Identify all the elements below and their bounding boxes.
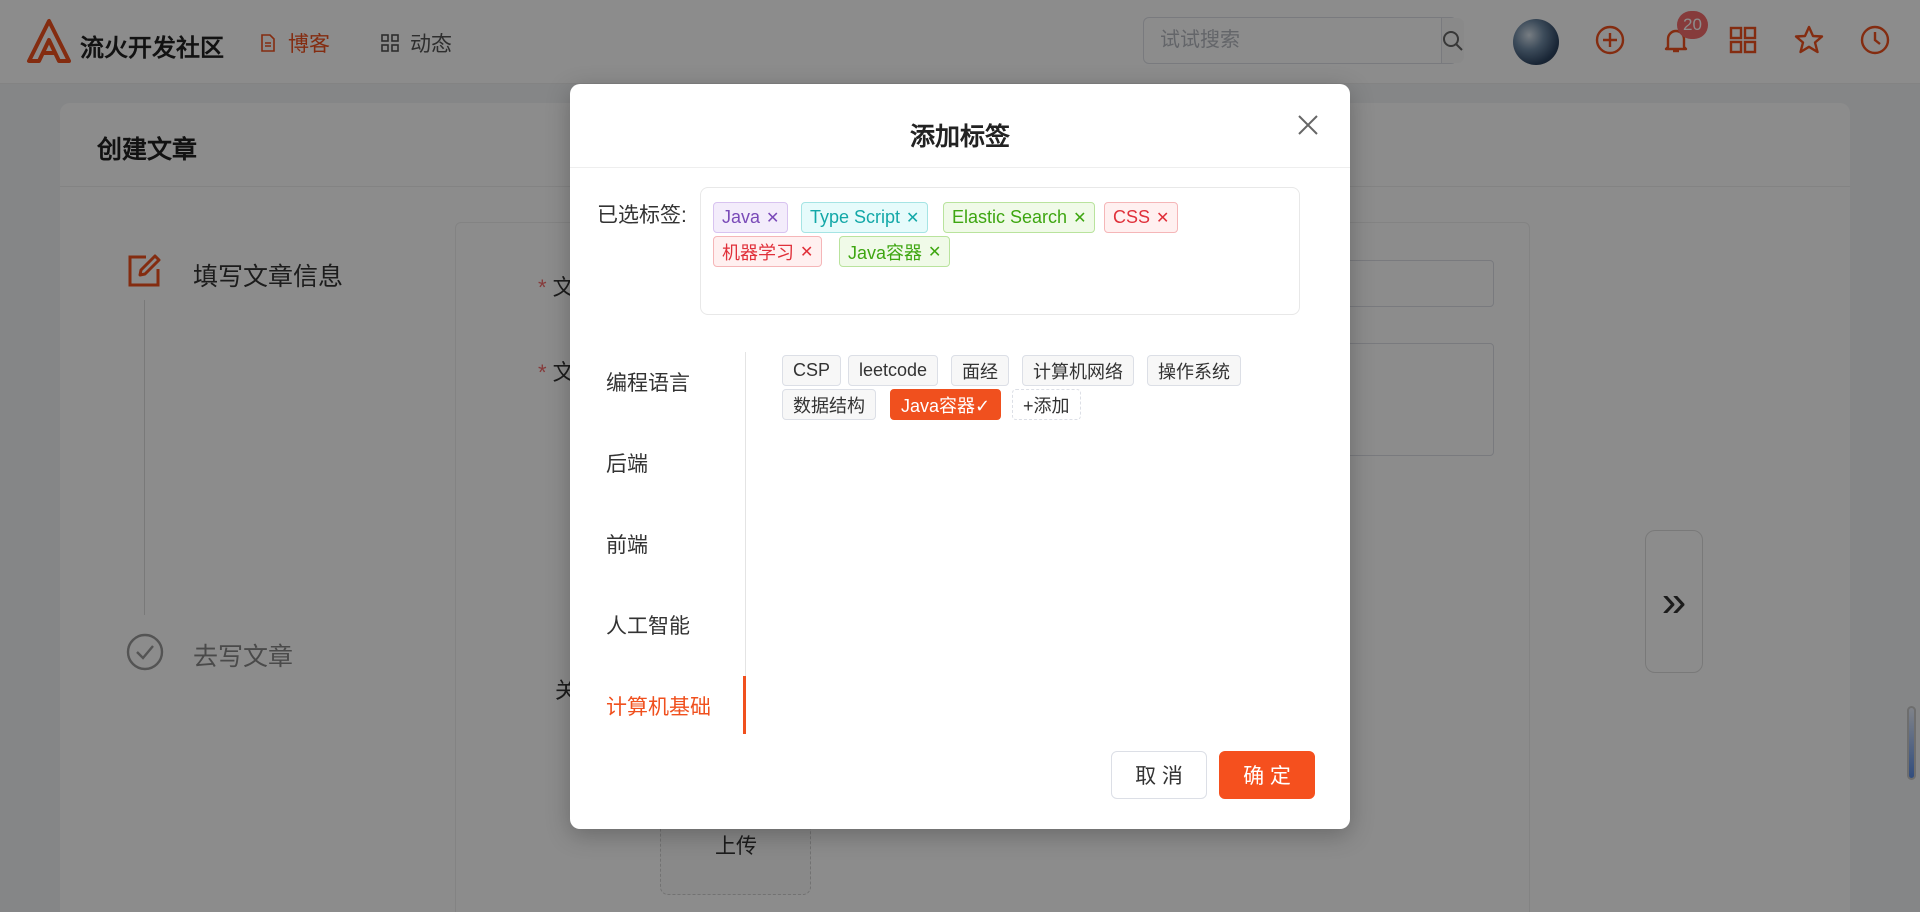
tag-option[interactable]: 面经 xyxy=(951,355,1009,386)
selected-tag: 机器学习 ✕ xyxy=(713,236,823,267)
tag-option[interactable]: 计算机网络 xyxy=(1022,355,1134,386)
remove-tag-icon[interactable]: ✕ xyxy=(906,208,919,228)
selected-tag: Java ✕ xyxy=(713,202,789,233)
selected-tag: Type Script ✕ xyxy=(801,202,929,233)
remove-tag-icon[interactable]: ✕ xyxy=(928,242,941,262)
dialog-title: 添加标签 xyxy=(909,123,1010,151)
active-category-indicator xyxy=(743,676,746,734)
remove-tag-icon[interactable]: ✕ xyxy=(766,208,779,228)
remove-tag-icon[interactable]: ✕ xyxy=(1156,208,1169,228)
tag-option[interactable]: leetcode xyxy=(848,355,939,386)
tag-option-selected[interactable]: Java容器✓ xyxy=(890,389,1002,420)
selected-tag: Java容器 ✕ xyxy=(839,236,951,267)
cancel-button[interactable]: 取 消 xyxy=(1111,751,1207,799)
selected-tag: CSS ✕ xyxy=(1104,202,1179,233)
selected-tags-label: 已选标签: xyxy=(597,204,687,227)
remove-tag-icon[interactable]: ✕ xyxy=(800,242,813,262)
category-rail xyxy=(745,352,746,732)
category-cs-fundamentals[interactable]: 计算机基础 xyxy=(606,691,711,721)
remove-tag-icon[interactable]: ✕ xyxy=(1073,208,1086,228)
category-programming-languages[interactable]: 编程语言 xyxy=(606,367,690,397)
category-backend[interactable]: 后端 xyxy=(606,448,648,478)
tag-option[interactable]: 数据结构 xyxy=(782,389,876,420)
category-frontend[interactable]: 前端 xyxy=(606,529,648,559)
selected-tag: Elastic Search ✕ xyxy=(943,202,1096,233)
add-tag-button[interactable]: +添加 xyxy=(1012,389,1081,420)
add-tag-dialog: 添加标签 已选标签: Java ✕ Type Script ✕ Elastic … xyxy=(570,84,1350,829)
tag-option[interactable]: 操作系统 xyxy=(1147,355,1241,386)
category-ai[interactable]: 人工智能 xyxy=(606,610,690,640)
confirm-button[interactable]: 确 定 xyxy=(1219,751,1315,799)
tag-option[interactable]: CSP xyxy=(782,355,842,386)
dialog-divider xyxy=(570,167,1350,168)
close-icon[interactable] xyxy=(1295,112,1321,138)
